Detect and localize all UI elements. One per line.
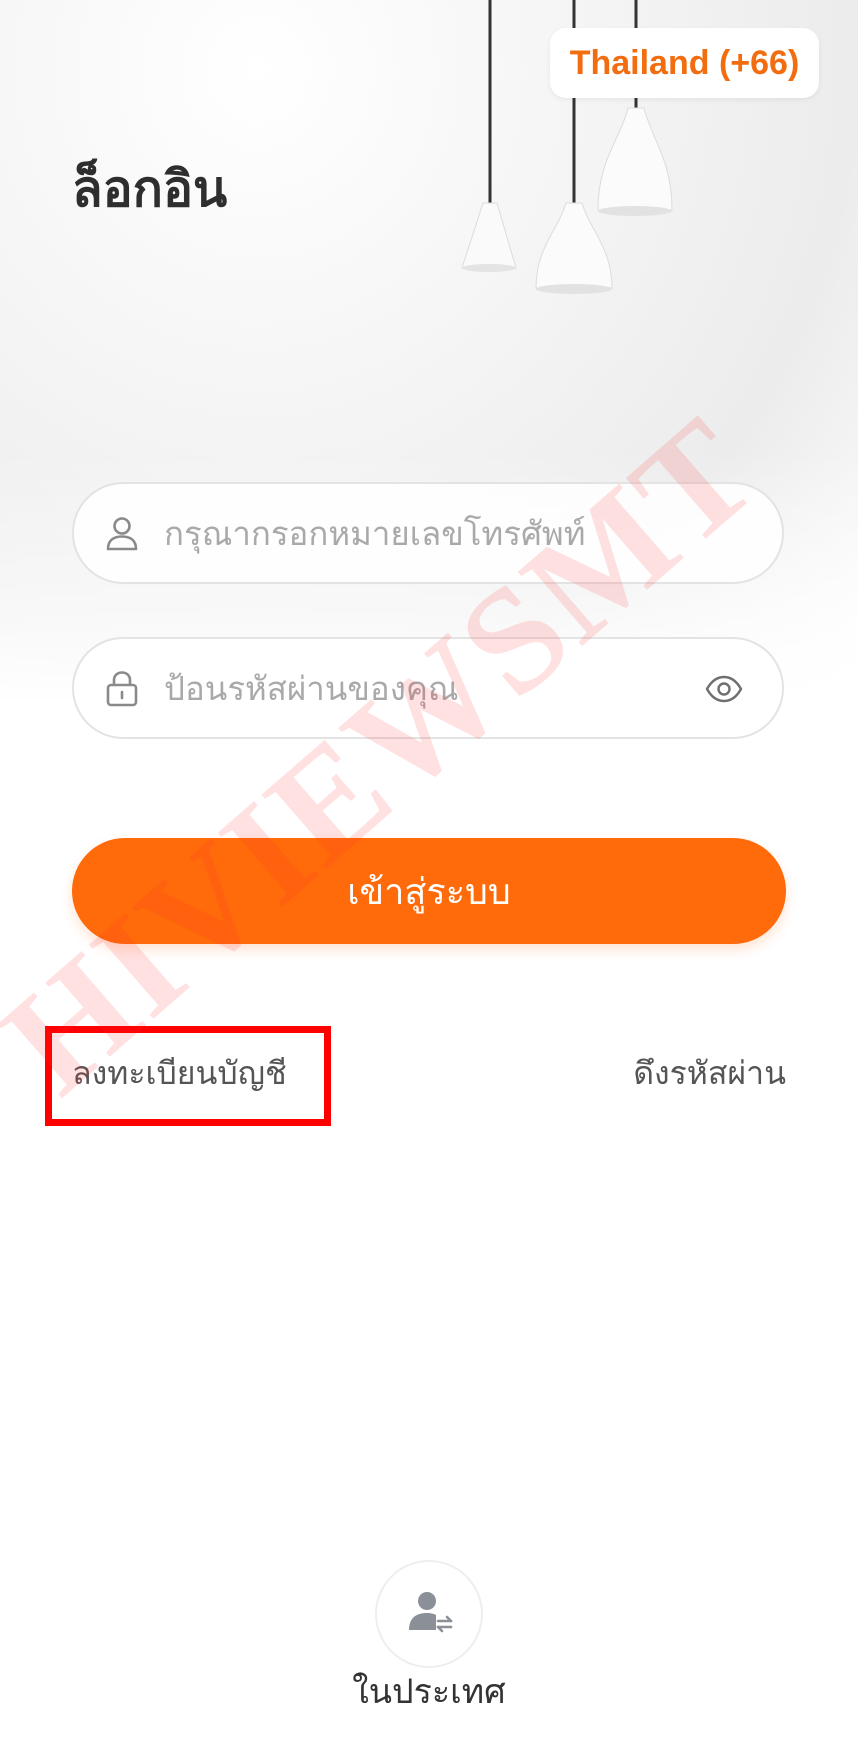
login-button[interactable]: เข้าสู่ระบบ [72, 838, 786, 944]
recover-password-link[interactable]: ดึงรหัสผ่าน [633, 1048, 786, 1099]
login-button-label: เข้าสู่ระบบ [347, 871, 511, 913]
password-placeholder: ป้อนรหัสผ่านของคุณ [164, 668, 459, 708]
highlight-annotation-box [45, 1026, 331, 1126]
country-code-selector[interactable]: Thailand (+66) [550, 28, 819, 98]
region-switch-button[interactable] [375, 1560, 483, 1668]
phone-number-placeholder: กรุณากรอกหมายเลขโทรศัพท์ [164, 513, 586, 553]
user-switch-icon [401, 1584, 457, 1644]
eye-icon[interactable] [702, 667, 746, 711]
country-code-label: Thailand (+66) [569, 43, 800, 82]
lock-icon [100, 666, 144, 710]
password-input[interactable]: ป้อนรหัสผ่านของคุณ [72, 637, 784, 739]
page-title: ล็อกอิน [72, 160, 228, 218]
region-switch-label: ในประเทศ [352, 1672, 506, 1712]
phone-number-input[interactable]: กรุณากรอกหมายเลขโทรศัพท์ [72, 482, 784, 584]
user-icon [100, 511, 144, 555]
